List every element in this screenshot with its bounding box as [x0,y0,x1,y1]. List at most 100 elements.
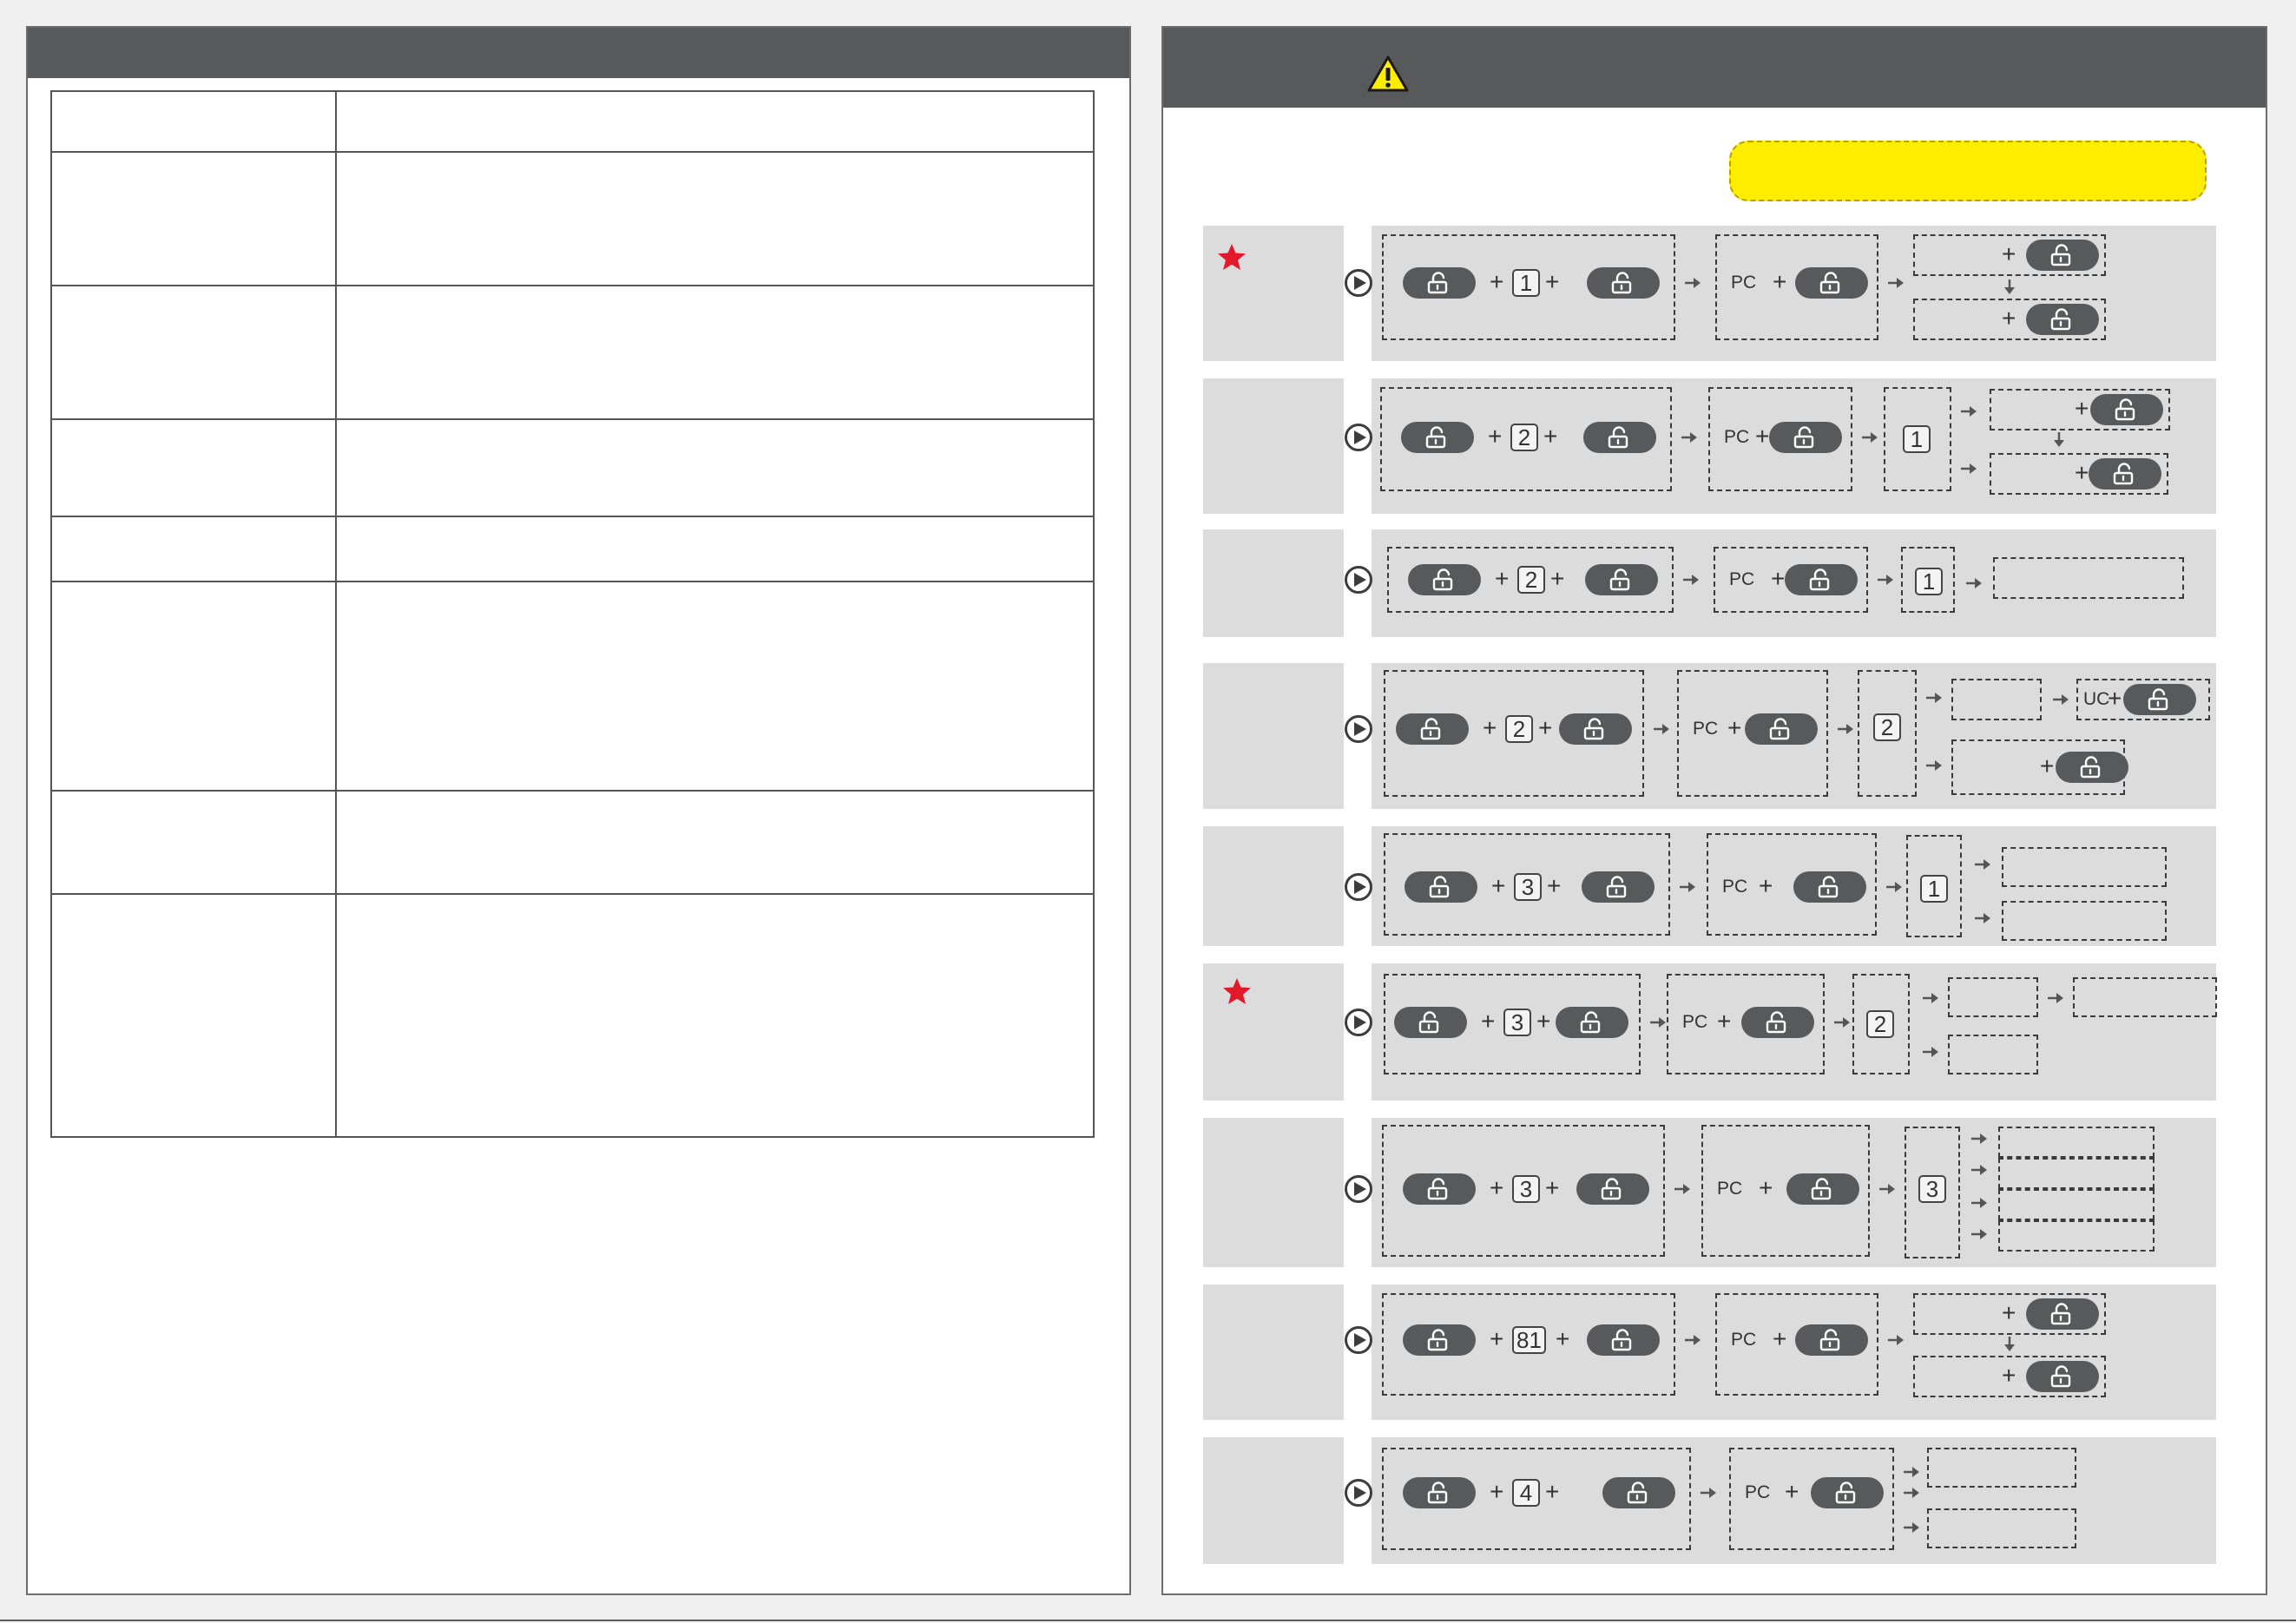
dashed-step-box [1948,977,2038,1017]
plus-sign: + [2002,1362,2016,1389]
dashed-step-box [1927,1448,2076,1488]
plus-sign: + [2075,459,2089,486]
key-button[interactable] [1585,564,1658,595]
table-cell-value [335,285,1095,420]
dashed-step-box [1993,557,2184,599]
key-button[interactable] [2026,1361,2099,1392]
key-button[interactable] [2026,1298,2099,1330]
arrow-right-icon [1923,993,1938,1003]
key-button[interactable] [1587,1324,1660,1356]
key-button[interactable] [1405,871,1477,903]
key-button[interactable] [1408,564,1481,595]
unlock-key-icon [1611,1329,1632,1351]
key-button[interactable] [1559,713,1632,745]
unlock-key-icon [2050,1303,2071,1325]
arrow-right-icon [1966,578,1982,588]
key-button[interactable] [1556,1007,1628,1038]
table-cell-value [335,151,1095,286]
arrow-right-icon [1888,1335,1904,1345]
plus-sign: + [1771,565,1786,592]
dashed-step-box [1927,1508,2076,1548]
right-header-bar [1163,28,2266,108]
key-button[interactable] [1583,422,1656,453]
key-button[interactable] [1793,871,1866,903]
key-button[interactable] [1403,1477,1476,1508]
pc-label: PC [1717,1179,1743,1199]
number-key: 3 [1918,1175,1946,1203]
table-row [50,790,1095,895]
arrow-right-icon [1878,575,1893,585]
dashed-step-box [1998,1158,2155,1189]
table-cell-value [335,418,1095,517]
pc-label: PC [1729,569,1755,589]
spec-table [50,90,1095,1138]
key-button[interactable] [1795,1324,1868,1356]
plus-sign: + [1545,1478,1560,1505]
key-button[interactable] [1582,871,1655,903]
plus-sign: + [1488,423,1503,450]
key-button[interactable] [2056,752,2128,783]
key-button[interactable] [2123,684,2196,715]
table-cell-label [50,581,337,792]
key-button[interactable] [2090,394,2163,425]
row-label-cell [1203,826,1344,946]
arrow-right-icon [1685,1335,1701,1345]
unlock-key-icon [1818,876,1839,898]
key-button[interactable] [1576,1173,1649,1205]
table-cell-label [50,151,337,286]
unlock-key-icon [1811,1178,1832,1200]
row-label-cell [1203,1437,1344,1564]
key-button[interactable] [1786,1173,1859,1205]
play-circle-icon [1345,715,1372,743]
key-button[interactable] [1769,422,1842,453]
arrow-right-icon [1674,1184,1690,1194]
key-button[interactable] [2026,240,2099,271]
dashed-step-box [2073,977,2217,1017]
plus-sign: + [1547,872,1562,899]
key-button[interactable] [1401,422,1474,453]
key-button[interactable] [1587,267,1660,299]
key-button[interactable] [2026,304,2099,335]
play-circle-icon [1345,424,1372,451]
key-button[interactable] [1745,713,1818,745]
plus-sign: + [1717,1008,1732,1035]
key-button[interactable] [1785,564,1858,595]
arrow-right-icon [1886,882,1902,892]
row-label-cell [1203,378,1344,514]
number-key: 3 [1514,873,1542,901]
number-key: 2 [1510,424,1538,451]
arrow-right-icon [1975,859,1990,870]
key-button[interactable] [1403,267,1476,299]
key-button[interactable] [1403,1324,1476,1356]
table-cell-label [50,90,337,153]
key-button[interactable] [1741,1007,1814,1038]
arrow-right-icon [1904,1467,1919,1477]
key-button[interactable] [1795,267,1868,299]
arrow-right-icon [1879,1184,1895,1194]
key-button[interactable] [1396,713,1469,745]
key-button[interactable] [1602,1477,1675,1508]
bottom-edge-line [0,1620,2296,1621]
unlock-key-icon [2080,756,2101,779]
arrow-right-icon [1685,278,1701,288]
unlock-key-icon [1606,876,1627,898]
table-row [50,418,1095,517]
key-button[interactable] [1394,1007,1467,1038]
unlock-key-icon [1819,1329,1840,1351]
unlock-key-icon [2115,398,2135,421]
arrow-right-icon [1971,1198,1987,1208]
unlock-key-icon [1418,1011,1439,1034]
key-button[interactable] [2089,458,2161,490]
arrow-right-icon [1838,724,1853,734]
table-cell-label [50,516,337,582]
arrow-down-icon [2004,1337,2015,1351]
key-button[interactable] [1811,1477,1884,1508]
dashed-step-box [1951,679,2042,720]
plus-sign: + [1545,268,1560,295]
plus-sign: + [1495,565,1510,592]
arrow-right-icon [1923,1047,1938,1057]
number-key: 1 [1903,425,1931,453]
number-key: 3 [1512,1175,1540,1203]
highlight-note [1729,141,2207,201]
key-button[interactable] [1403,1173,1476,1205]
